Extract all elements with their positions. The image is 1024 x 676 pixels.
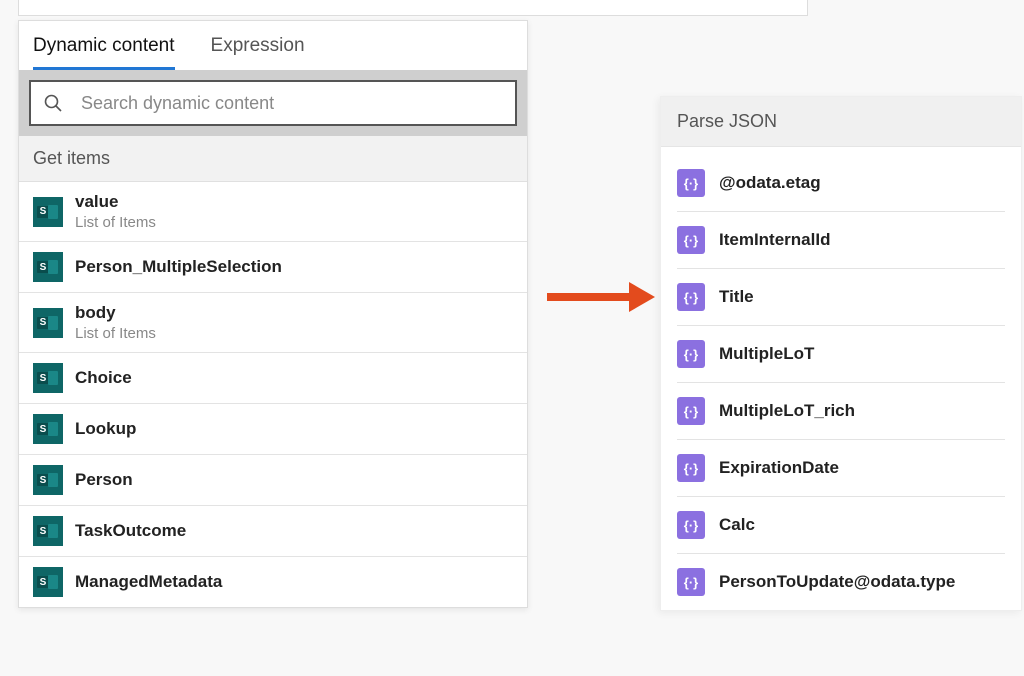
item-title: Lookup	[75, 419, 136, 439]
item-desc: List of Items	[75, 325, 156, 342]
json-brace-icon: {·}	[677, 169, 705, 197]
sharepoint-icon	[33, 516, 63, 546]
list-item[interactable]: Lookup	[19, 404, 527, 455]
sharepoint-icon	[33, 308, 63, 338]
item-title: ManagedMetadata	[75, 572, 222, 592]
list-item[interactable]: TaskOutcome	[19, 506, 527, 557]
item-title: PersonToUpdate@odata.type	[719, 572, 955, 592]
search-box[interactable]	[29, 80, 517, 126]
search-input[interactable]	[81, 93, 503, 114]
json-brace-icon: {·}	[677, 397, 705, 425]
sharepoint-icon	[33, 567, 63, 597]
list-item[interactable]: {·} ItemInternalId	[677, 212, 1005, 269]
list-item[interactable]: ManagedMetadata	[19, 557, 527, 607]
sharepoint-icon	[33, 414, 63, 444]
item-title: ExpirationDate	[719, 458, 839, 478]
item-title: Person_MultipleSelection	[75, 257, 282, 277]
search-icon	[43, 93, 63, 113]
search-zone	[19, 70, 527, 136]
sharepoint-icon	[33, 197, 63, 227]
item-title: body	[75, 303, 156, 323]
tab-expression[interactable]: Expression	[211, 21, 305, 70]
item-title: TaskOutcome	[75, 521, 186, 541]
list-item[interactable]: {·} Calc	[677, 497, 1005, 554]
sharepoint-icon	[33, 465, 63, 495]
item-title: value	[75, 192, 156, 212]
item-title: Choice	[75, 368, 132, 388]
sharepoint-icon	[33, 252, 63, 282]
get-items-list: value List of Items Person_MultipleSelec…	[19, 182, 527, 607]
item-desc: List of Items	[75, 214, 156, 231]
dynamic-content-panel: Dynamic content Expression Get items val…	[18, 20, 528, 608]
tab-dynamic-content[interactable]: Dynamic content	[33, 21, 175, 70]
json-brace-icon: {·}	[677, 226, 705, 254]
sharepoint-icon	[33, 363, 63, 393]
arrow-icon	[545, 280, 655, 314]
json-brace-icon: {·}	[677, 283, 705, 311]
section-header-get-items: Get items	[19, 136, 527, 182]
list-item[interactable]: Person_MultipleSelection	[19, 242, 527, 293]
list-item[interactable]: Person	[19, 455, 527, 506]
list-item[interactable]: {·} MultipleLoT_rich	[677, 383, 1005, 440]
tabs: Dynamic content Expression	[19, 21, 527, 70]
upper-input-remnant	[18, 0, 808, 16]
item-title: ItemInternalId	[719, 230, 830, 250]
list-item[interactable]: Choice	[19, 353, 527, 404]
panel-header-parse-json: Parse JSON	[661, 97, 1021, 147]
json-brace-icon: {·}	[677, 568, 705, 596]
list-item[interactable]: body List of Items	[19, 293, 527, 353]
list-item[interactable]: {·} MultipleLoT	[677, 326, 1005, 383]
item-title: Title	[719, 287, 754, 307]
list-item[interactable]: {·} ExpirationDate	[677, 440, 1005, 497]
item-title: Calc	[719, 515, 755, 535]
list-item[interactable]: {·} PersonToUpdate@odata.type	[677, 554, 1005, 610]
list-item[interactable]: {·} Title	[677, 269, 1005, 326]
json-brace-icon: {·}	[677, 511, 705, 539]
list-item[interactable]: value List of Items	[19, 182, 527, 242]
item-title: MultipleLoT	[719, 344, 814, 364]
item-title: @odata.etag	[719, 173, 821, 193]
item-title: Person	[75, 470, 133, 490]
list-item[interactable]: {·} @odata.etag	[677, 155, 1005, 212]
item-title: MultipleLoT_rich	[719, 401, 855, 421]
json-brace-icon: {·}	[677, 340, 705, 368]
json-brace-icon: {·}	[677, 454, 705, 482]
parse-json-panel: Parse JSON {·} @odata.etag {·} ItemInter…	[660, 96, 1022, 611]
parse-json-list: {·} @odata.etag {·} ItemInternalId {·} T…	[661, 147, 1021, 610]
